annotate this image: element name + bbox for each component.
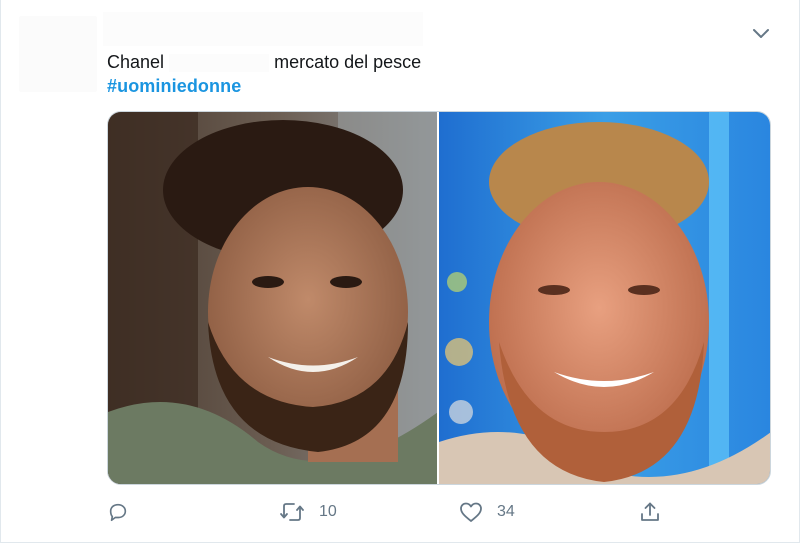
like-count: 34 — [497, 503, 515, 520]
tweet-card[interactable]: Chanel mercato del pesce #uominiedonne 1… — [0, 0, 800, 543]
smiling-bearded-man-photo — [108, 112, 437, 484]
media-grid — [107, 111, 771, 485]
tweet-actions: 10 34 — [107, 496, 667, 528]
tweet-text-part1: Chanel — [107, 52, 165, 72]
retweet-count: 10 — [319, 503, 337, 520]
share-icon — [641, 502, 659, 521]
reply-button[interactable] — [107, 496, 129, 528]
heart-icon — [460, 502, 482, 522]
retweet-icon — [280, 503, 304, 521]
redacted-text — [169, 54, 270, 73]
share-button[interactable] — [639, 496, 661, 528]
reply-icon — [109, 503, 127, 522]
author-header[interactable] — [103, 12, 423, 46]
avatar[interactable] — [19, 16, 97, 92]
like-button[interactable]: 34 — [459, 496, 515, 528]
hashtag-link[interactable]: #uominiedonne — [107, 75, 241, 97]
media-photo-left[interactable] — [108, 112, 437, 484]
media-photo-right[interactable] — [439, 112, 770, 484]
chevron-down-icon — [753, 29, 769, 38]
retweet-button[interactable]: 10 — [279, 496, 337, 528]
tweet-text-part2: mercato del pesce — [274, 52, 422, 72]
smiling-bearded-man-tv-photo — [439, 112, 770, 484]
tweet-text: Chanel mercato del pesce — [107, 51, 421, 73]
tweet-menu-button[interactable] — [749, 22, 773, 46]
